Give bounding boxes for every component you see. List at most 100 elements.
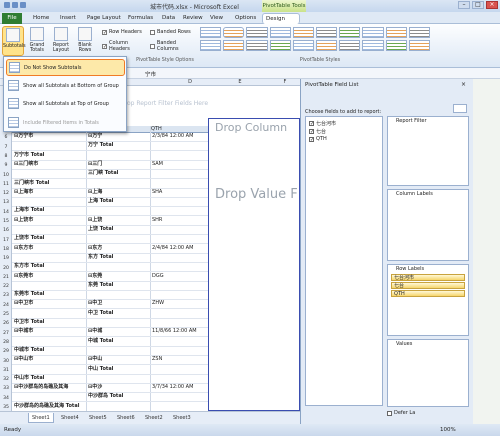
banded-rows-checkbox[interactable]: Banded Rows [150, 28, 198, 36]
label-cell[interactable]: 中山 Total [88, 366, 113, 373]
tab-home[interactable]: Home [30, 13, 52, 24]
quick-access-toolbar[interactable] [4, 2, 40, 10]
redo-icon[interactable] [20, 2, 26, 8]
label-cell[interactable]: ⊟中沙 [88, 384, 102, 391]
field-item[interactable]: ✓ 七台 [309, 128, 326, 135]
label-cell[interactable]: ⊟万宁市 [14, 133, 33, 140]
value-cell[interactable]: ZHW [152, 300, 164, 307]
layout-options-button[interactable] [453, 104, 467, 113]
row-labels-area[interactable]: Row Labels 七台河市 七台 QTH [387, 264, 469, 336]
label-cell[interactable]: 万宁市 Total [14, 152, 44, 159]
column-header[interactable]: E [225, 79, 255, 86]
column-header[interactable]: F [270, 79, 300, 86]
label-cell[interactable]: 中卫 Total [88, 310, 113, 317]
style-swatch[interactable] [408, 27, 430, 38]
row-number[interactable]: 30 [0, 359, 12, 364]
value-cell[interactable]: SHR [152, 217, 162, 224]
row-number[interactable]: 28 [0, 340, 12, 345]
label-cell[interactable]: ⊟中卫市 [14, 300, 33, 307]
field-item[interactable]: ✓ QTH [309, 136, 327, 142]
tab-insert[interactable]: Insert [57, 13, 79, 24]
sheet-tab[interactable]: Sheet4 [58, 413, 82, 423]
row-number[interactable]: 6 [0, 135, 12, 140]
value-cell[interactable]: 2/3/84 12:00 AM [152, 133, 193, 140]
report-filter-area[interactable]: Report Filter [387, 116, 469, 186]
tab-view[interactable]: View [207, 13, 226, 24]
label-cell[interactable]: ⊟中山市 [14, 356, 33, 363]
row-number[interactable]: 31 [0, 368, 12, 373]
label-cell[interactable]: ⊟东方市 [14, 245, 33, 252]
value-cell[interactable]: 2/4/84 12:00 AM [152, 245, 193, 252]
label-cell[interactable]: 中城 Total [88, 338, 113, 345]
label-cell[interactable]: ⊟上海市 [14, 189, 33, 196]
row-number[interactable]: 11 [0, 182, 12, 187]
tab-file[interactable]: File [2, 13, 22, 24]
sheet-tab[interactable]: Sheet3 [170, 413, 194, 423]
row-number[interactable]: 22 [0, 284, 12, 289]
label-cell[interactable]: 上饶市 Total [14, 235, 44, 242]
subtotals-button[interactable]: Subtotals [2, 26, 26, 56]
row-number[interactable]: 18 [0, 247, 12, 252]
label-cell[interactable]: 三门峡 Total [88, 170, 118, 177]
tab-review[interactable]: Review [180, 13, 206, 24]
zoom-level[interactable]: 100% [440, 427, 456, 433]
tab-formulas[interactable]: Formulas [125, 13, 156, 24]
label-cell[interactable]: ⊟万宁 [88, 133, 102, 140]
row-number[interactable]: 14 [0, 210, 12, 215]
undo-icon[interactable] [12, 2, 18, 8]
label-cell[interactable]: 上海 Total [88, 198, 113, 205]
save-icon[interactable] [4, 2, 10, 8]
label-cell[interactable]: 中沙群岛 Total [88, 393, 123, 400]
row-number[interactable]: 20 [0, 266, 12, 271]
formula-input[interactable]: 宁市 [145, 70, 156, 78]
banded-columns-checkbox[interactable]: Banded Columns [150, 40, 198, 52]
style-swatch[interactable] [362, 40, 384, 51]
style-swatch[interactable] [362, 27, 384, 38]
label-cell[interactable]: ⊟三门峡市 [14, 161, 38, 168]
sheet-tab[interactable]: Sheet6 [114, 413, 138, 423]
pivot-field-header[interactable]: QTH [151, 126, 162, 133]
label-cell[interactable]: 三门峡市 Total [14, 180, 49, 187]
label-cell[interactable]: ⊟中山 [88, 356, 102, 363]
label-cell[interactable]: 上饶 Total [88, 226, 113, 233]
label-cell[interactable]: 中城市 Total [14, 347, 44, 354]
close-icon[interactable]: × [486, 1, 498, 9]
sheet-tab[interactable]: Sheet1 [28, 413, 54, 423]
value-cell[interactable]: SAM [152, 161, 163, 168]
row-number[interactable]: 8 [0, 154, 12, 159]
value-cell[interactable]: 3/7/34 12:00 AM [152, 384, 193, 391]
values-area[interactable]: Values [387, 339, 469, 407]
row-number[interactable]: 29 [0, 349, 12, 354]
style-swatch[interactable] [385, 27, 407, 38]
label-cell[interactable]: 东莞 Total [88, 282, 113, 289]
row-number[interactable]: 25 [0, 312, 12, 317]
row-number[interactable]: 24 [0, 303, 12, 308]
row-number[interactable]: 32 [0, 377, 12, 382]
row-number[interactable]: 27 [0, 331, 12, 336]
close-icon[interactable]: × [461, 81, 466, 88]
row-headers-checkbox[interactable]: ✓ Row Headers [102, 28, 147, 36]
style-swatch[interactable] [223, 27, 245, 38]
label-cell[interactable]: ⊟中卫 [88, 300, 102, 307]
row-number[interactable]: 12 [0, 191, 12, 196]
tab-options[interactable]: Options [232, 13, 259, 24]
label-cell[interactable]: ⊟三门 [88, 161, 102, 168]
row-number[interactable]: 15 [0, 219, 12, 224]
row-field-chip[interactable]: 七台 [391, 282, 465, 289]
row-number[interactable]: 9 [0, 163, 12, 168]
report-layout-button[interactable]: Report Layout [50, 26, 72, 56]
sheet-tab[interactable]: Sheet2 [142, 413, 166, 423]
minimize-icon[interactable]: – [458, 1, 470, 9]
label-cell[interactable]: ⊟上海 [88, 189, 102, 196]
style-swatch[interactable] [200, 27, 222, 38]
tab-data[interactable]: Data [159, 13, 178, 24]
row-number[interactable]: 13 [0, 200, 12, 205]
style-swatch[interactable] [269, 40, 291, 51]
row-number[interactable]: 35 [0, 405, 12, 410]
style-swatch[interactable] [200, 40, 222, 51]
style-swatch[interactable] [269, 27, 291, 38]
column-labels-area[interactable]: Column Labels [387, 189, 469, 261]
label-cell[interactable]: ⊟中沙群岛的岛礁及其海 [14, 384, 68, 391]
label-cell[interactable]: 中山市 Total [14, 375, 44, 382]
menu-include-filtered[interactable]: Include Filtered Items in Totals [6, 114, 125, 131]
